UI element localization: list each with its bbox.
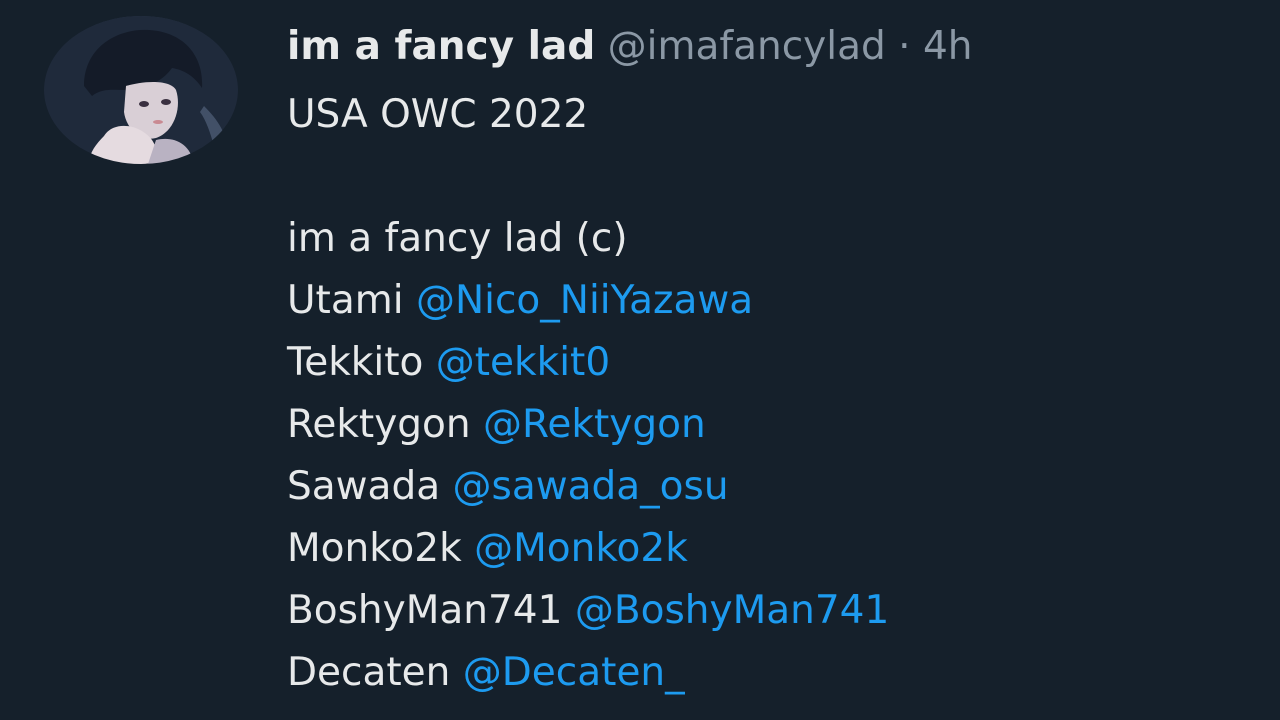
tweet-header: im a fancy lad @imafancylad · 4h bbox=[287, 22, 973, 72]
author-display-name[interactable]: im a fancy lad bbox=[287, 24, 595, 69]
roster-line: Sawada @sawada_osu bbox=[287, 456, 889, 518]
player-mention-link[interactable]: @Decaten_ bbox=[463, 650, 685, 695]
player-mention-link[interactable]: @Nico_NiiYazawa bbox=[416, 278, 753, 323]
roster-line: BoshyMan741 @BoshyMan741 bbox=[287, 580, 889, 642]
roster-line: Tekkito @tekkit0 bbox=[287, 332, 889, 394]
roster-line: Utami @Nico_NiiYazawa bbox=[287, 270, 889, 332]
roster-line: Rektygon @Rektygon bbox=[287, 394, 889, 456]
player-name: Sawada bbox=[287, 464, 441, 509]
player-name: Utami bbox=[287, 278, 404, 323]
roster-line: Monko2k @Monko2k bbox=[287, 518, 889, 580]
player-mention-link[interactable]: @sawada_osu bbox=[453, 464, 729, 509]
roster-line: Decaten @Decaten_ bbox=[287, 642, 889, 704]
tweet-title-line: USA OWC 2022 bbox=[287, 92, 589, 137]
player-mention-link[interactable]: @BoshyMan741 bbox=[575, 588, 889, 633]
author-handle[interactable]: @imafancylad bbox=[608, 24, 886, 69]
player-mention-link[interactable]: @Monko2k bbox=[474, 526, 688, 571]
separator-dot: · bbox=[898, 24, 911, 69]
player-mention-link[interactable]: @tekkit0 bbox=[436, 340, 610, 385]
player-mention-link[interactable]: @Rektygon bbox=[483, 402, 706, 447]
tweet-text: USA OWC 2022 im a fancy lad (c) Utami @N… bbox=[287, 84, 889, 704]
player-name: Tekkito bbox=[287, 340, 424, 385]
player-name: Monko2k bbox=[287, 526, 462, 571]
avatar-image bbox=[44, 16, 238, 164]
tweet[interactable]: im a fancy lad @imafancylad · 4h USA OWC… bbox=[0, 0, 1280, 720]
author-avatar[interactable] bbox=[44, 16, 238, 164]
captain-line: im a fancy lad (c) bbox=[287, 216, 628, 261]
player-name: Decaten bbox=[287, 650, 451, 695]
player-name: BoshyMan741 bbox=[287, 588, 563, 633]
tweet-timestamp[interactable]: 4h bbox=[923, 24, 973, 69]
player-name: Rektygon bbox=[287, 402, 471, 447]
